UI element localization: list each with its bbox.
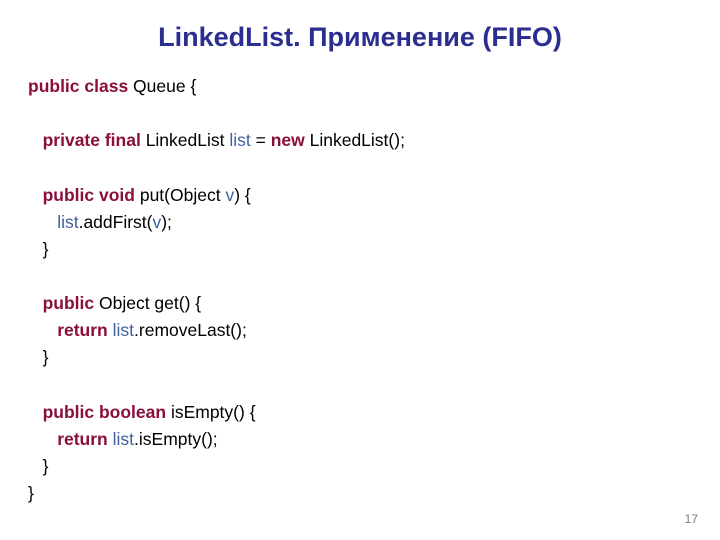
- code-text: .removeLast();: [134, 320, 247, 340]
- code-block: public class Queue { private final Linke…: [0, 73, 720, 507]
- keyword: return: [57, 320, 108, 340]
- keyword: public void: [43, 185, 135, 205]
- code-line: public void put(Object v) {: [28, 182, 720, 209]
- code-text: }: [28, 483, 34, 503]
- identifier: v: [152, 212, 161, 232]
- code-text: LinkedList();: [305, 130, 405, 150]
- code-text: LinkedList: [141, 130, 230, 150]
- code-line: public class Queue {: [28, 73, 720, 100]
- identifier: list: [57, 212, 78, 232]
- code-text: .isEmpty();: [134, 429, 218, 449]
- code-text: ) {: [234, 185, 251, 205]
- code-text: Object get() {: [94, 293, 201, 313]
- keyword: public: [43, 293, 95, 313]
- code-line: [28, 263, 720, 290]
- code-line: }: [28, 344, 720, 371]
- identifier: list: [113, 429, 134, 449]
- code-text: Queue {: [128, 76, 196, 96]
- identifier: list: [229, 130, 250, 150]
- code-line: [28, 371, 720, 398]
- keyword: new: [271, 130, 305, 150]
- keyword: return: [57, 429, 108, 449]
- keyword: public boolean: [43, 402, 166, 422]
- code-line: }: [28, 236, 720, 263]
- keyword: public class: [28, 76, 128, 96]
- code-line: [28, 154, 720, 181]
- slide-title: LinkedList. Применение (FIFO): [0, 0, 720, 73]
- code-text: put(Object: [135, 185, 225, 205]
- code-text: }: [43, 347, 49, 367]
- code-line: private final LinkedList list = new Link…: [28, 127, 720, 154]
- code-line: public boolean isEmpty() {: [28, 399, 720, 426]
- code-line: }: [28, 453, 720, 480]
- code-line: list.addFirst(v);: [28, 209, 720, 236]
- code-line: return list.isEmpty();: [28, 426, 720, 453]
- identifier: list: [113, 320, 134, 340]
- code-line: return list.removeLast();: [28, 317, 720, 344]
- identifier: v: [225, 185, 234, 205]
- keyword: private final: [43, 130, 141, 150]
- code-text: }: [43, 456, 49, 476]
- code-text: );: [161, 212, 172, 232]
- code-text: isEmpty() {: [166, 402, 255, 422]
- code-line: [28, 100, 720, 127]
- code-line: }: [28, 480, 720, 507]
- code-text: }: [43, 239, 49, 259]
- code-line: public Object get() {: [28, 290, 720, 317]
- code-text: .addFirst(: [79, 212, 153, 232]
- page-number: 17: [685, 512, 698, 526]
- code-text: =: [251, 130, 271, 150]
